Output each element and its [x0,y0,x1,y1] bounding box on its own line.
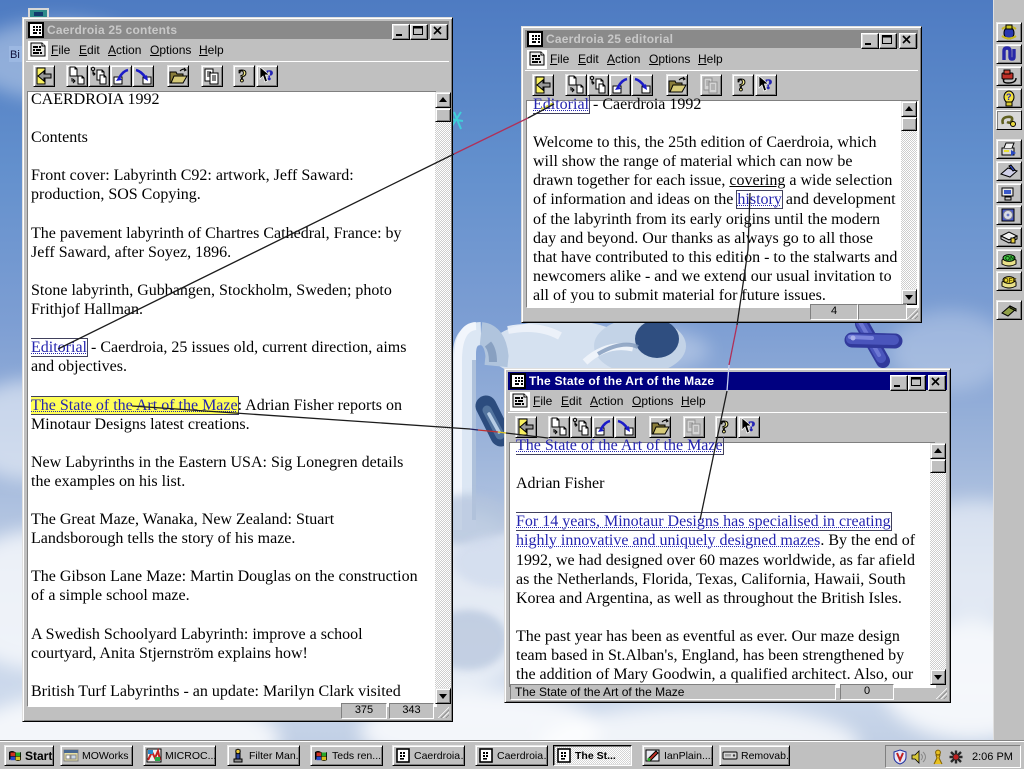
svg-text:ON: ON [1005,256,1015,263]
svg-text:?: ? [720,417,729,437]
svg-text:?: ? [266,68,274,84]
svg-text:?: ? [737,75,746,95]
svg-text:Bi: Bi [10,49,20,61]
svg-text:OFF: OFF [1004,278,1017,285]
svg-text:?: ? [765,77,773,93]
svg-text:?: ? [748,419,756,435]
svg-text:?: ? [1006,92,1012,102]
svg-text:?: ? [238,66,247,86]
